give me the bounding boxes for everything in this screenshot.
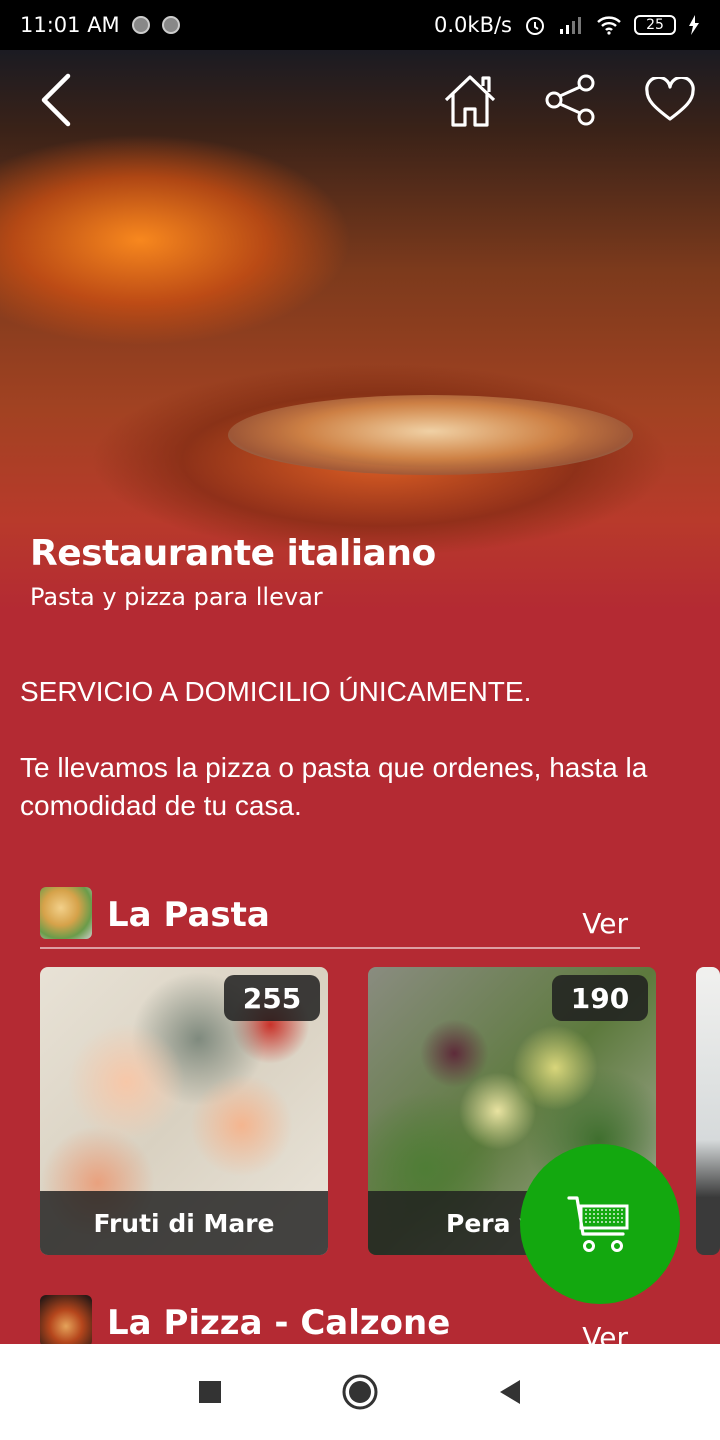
nav-back-icon bbox=[500, 1380, 520, 1404]
product-price: 255 bbox=[224, 975, 320, 1021]
section-header-pasta: La Pasta Ver bbox=[40, 887, 640, 949]
home-button[interactable] bbox=[440, 70, 500, 130]
product-name: Fruti di Mare bbox=[40, 1191, 328, 1255]
home-nav-button[interactable] bbox=[340, 1372, 380, 1412]
restaurant-subtitle: Pasta y pizza para llevar bbox=[30, 583, 323, 611]
share-button[interactable] bbox=[540, 70, 600, 130]
section-thumbnail bbox=[40, 1295, 92, 1347]
hero-image bbox=[0, 50, 720, 610]
section-thumbnail bbox=[40, 887, 92, 939]
wifi-icon bbox=[597, 16, 621, 35]
navigation-bar bbox=[0, 1344, 720, 1440]
product-price: 190 bbox=[552, 975, 648, 1021]
recents-button[interactable] bbox=[190, 1372, 230, 1412]
heart-icon bbox=[645, 77, 695, 121]
product-card[interactable]: 255 Fruti di Mare bbox=[40, 967, 328, 1255]
pizza-image bbox=[228, 395, 633, 475]
battery-icon: 25 bbox=[634, 15, 676, 35]
view-all-link[interactable]: Ver bbox=[582, 907, 628, 940]
description-line: Te llevamos la pizza o pasta que ordenes… bbox=[20, 752, 648, 821]
back-button[interactable] bbox=[25, 70, 85, 130]
nav-square-icon bbox=[199, 1381, 221, 1403]
description: SERVICIO A DOMICILIO ÚNICAMENTE. Te llev… bbox=[20, 673, 710, 863]
section-title: La Pasta bbox=[107, 895, 270, 935]
status-bar: 11:01 AM 0.0kB/s 25 bbox=[0, 0, 720, 50]
alarm-icon bbox=[526, 17, 544, 35]
signal-icon bbox=[560, 17, 581, 34]
cart-button[interactable] bbox=[520, 1144, 680, 1304]
back-nav-button[interactable] bbox=[490, 1372, 530, 1412]
restaurant-title: Restaurante italiano bbox=[30, 533, 436, 574]
nav-circle-icon bbox=[342, 1374, 378, 1410]
charging-icon bbox=[689, 15, 699, 35]
cart-icon bbox=[567, 1196, 629, 1252]
notification-icon bbox=[131, 16, 150, 34]
share-icon bbox=[545, 74, 595, 126]
status-time: 11:01 AM bbox=[20, 13, 120, 37]
description-line: SERVICIO A DOMICILIO ÚNICAMENTE. bbox=[20, 676, 532, 707]
back-icon bbox=[41, 73, 71, 127]
notification-icon bbox=[161, 16, 180, 34]
product-card[interactable] bbox=[696, 967, 720, 1255]
favorite-button[interactable] bbox=[640, 70, 700, 130]
battery-level: 25 bbox=[646, 17, 664, 33]
home-icon bbox=[444, 75, 496, 127]
network-speed: 0.0kB/s bbox=[434, 13, 512, 37]
section-title: La Pizza - Calzone bbox=[107, 1303, 451, 1343]
